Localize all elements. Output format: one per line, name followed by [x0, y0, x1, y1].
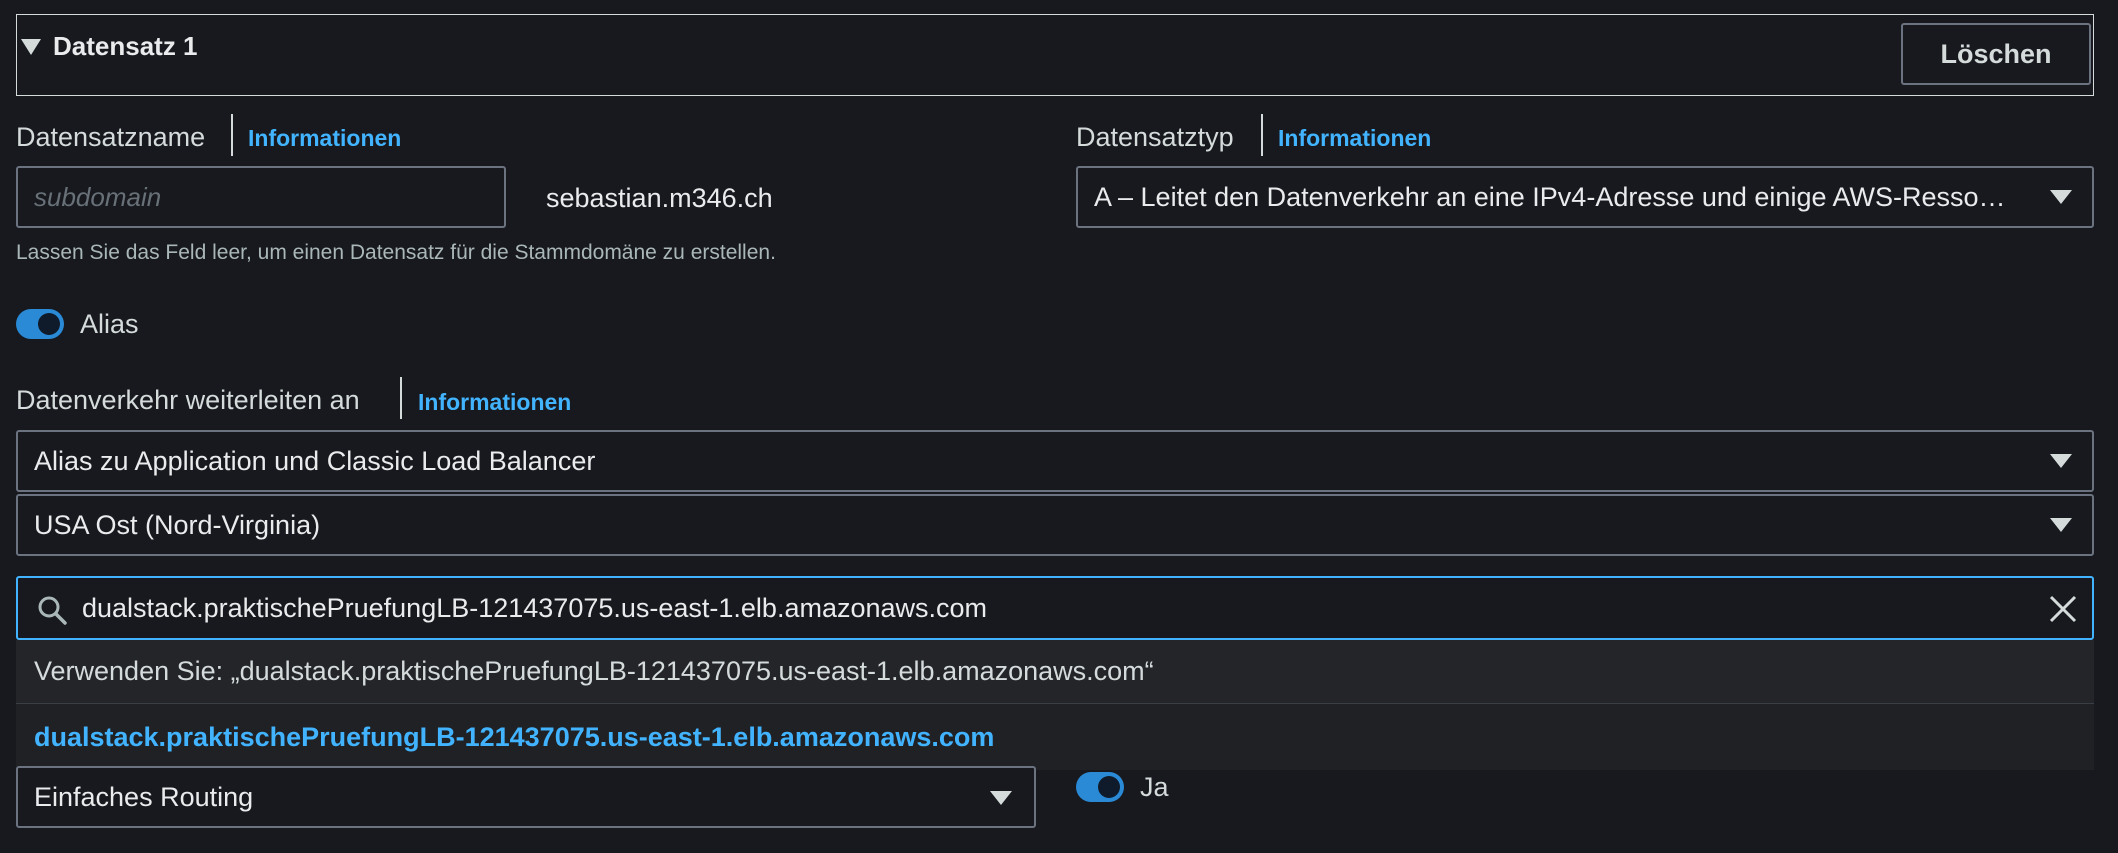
label-divider	[1261, 114, 1263, 156]
evaluate-health-toggle[interactable]	[1076, 772, 1124, 802]
record-section-header[interactable]: Datensatz 1 Löschen	[16, 14, 2094, 96]
chevron-down-icon[interactable]	[990, 791, 1012, 805]
evaluate-health-label: Ja	[1140, 772, 1169, 802]
endpoint-type-value: Alias zu Application und Classic Load Ba…	[34, 445, 596, 476]
record-name-info-link[interactable]: Informationen	[248, 125, 401, 152]
record-type-label: Datensatztyp	[1076, 122, 1234, 152]
section-title: Datensatz 1	[53, 31, 198, 61]
toggle-knob	[38, 313, 60, 335]
region-select[interactable]: USA Ost (Nord-Virginia)	[16, 494, 2094, 556]
clear-icon[interactable]	[2048, 594, 2078, 624]
use-value-option-label: Verwenden Sie: „dualstack.praktischePrue…	[34, 656, 1154, 686]
record-name-label: Datensatzname	[16, 122, 206, 152]
route-traffic-label: Datenverkehr weiterleiten an	[16, 385, 360, 415]
alias-label: Alias	[80, 309, 139, 339]
load-balancer-option[interactable]: dualstack.praktischePruefungLB-121437075…	[16, 704, 2094, 770]
use-value-option[interactable]: Verwenden Sie: „dualstack.praktischePrue…	[16, 640, 2094, 704]
chevron-down-icon[interactable]	[2050, 190, 2072, 204]
record-type-info-link[interactable]: Informationen	[1278, 125, 1431, 152]
routing-policy-select[interactable]: Einfaches Routing	[16, 766, 1036, 828]
delete-button[interactable]: Löschen	[1901, 23, 2091, 85]
caret-down-icon[interactable]	[21, 39, 41, 55]
record-type-value: A – Leitet den Datenverkehr an eine IPv4…	[1094, 181, 2018, 212]
label-divider	[231, 114, 233, 156]
domain-suffix: sebastian.m346.ch	[546, 183, 773, 213]
route-traffic-info-link[interactable]: Informationen	[418, 389, 571, 416]
search-icon	[38, 596, 67, 625]
toggle-knob	[1098, 776, 1120, 798]
record-name-placeholder: subdomain	[34, 181, 162, 212]
alias-toggle[interactable]	[16, 309, 64, 339]
chevron-down-icon[interactable]	[2050, 454, 2072, 468]
record-editor: Datensatz 1 Löschen Datensatzname Inform…	[0, 0, 2118, 853]
routing-policy-value: Einfaches Routing	[34, 781, 254, 812]
chevron-down-icon[interactable]	[2050, 518, 2072, 532]
autosuggest-dropdown: Verwenden Sie: „dualstack.praktischePrue…	[16, 640, 2094, 770]
record-type-select[interactable]: A – Leitet den Datenverkehr an eine IPv4…	[1076, 166, 2094, 228]
search-value: dualstack.praktischePruefungLB-121437075…	[82, 593, 988, 623]
load-balancer-option-label: dualstack.praktischePruefungLB-121437075…	[34, 722, 995, 752]
record-name-input[interactable]: subdomain	[16, 166, 506, 228]
record-name-hint: Lassen Sie das Feld leer, um einen Daten…	[16, 241, 776, 264]
label-divider	[400, 377, 402, 419]
load-balancer-search-input[interactable]: dualstack.praktischePruefungLB-121437075…	[16, 576, 2094, 640]
region-value: USA Ost (Nord-Virginia)	[34, 509, 321, 540]
endpoint-type-select[interactable]: Alias zu Application und Classic Load Ba…	[16, 430, 2094, 492]
